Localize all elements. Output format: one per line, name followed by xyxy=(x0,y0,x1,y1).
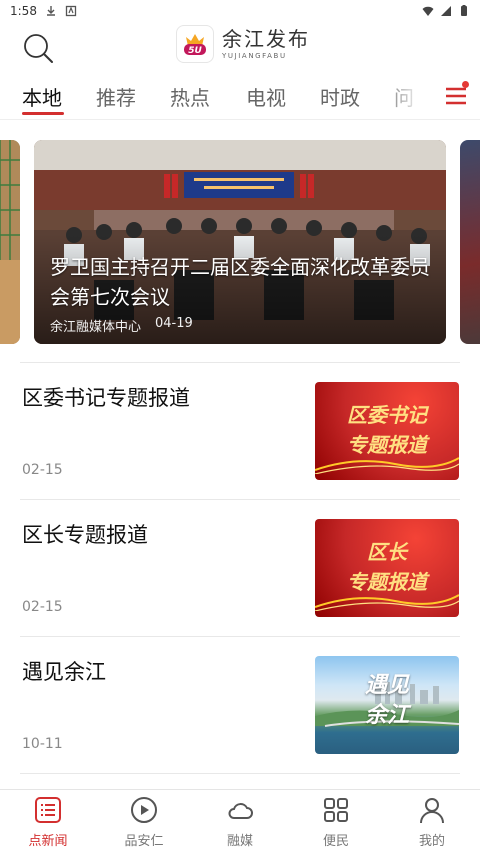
news-date: 02-15 xyxy=(22,599,63,615)
feed-divider xyxy=(20,499,460,500)
thumbnail-line: 区长 xyxy=(367,540,407,564)
grid-icon xyxy=(324,798,348,822)
thumbnail-line: 遇见 xyxy=(364,672,409,698)
app-logo: 5U xyxy=(176,25,214,63)
nav-label: 品安仁 xyxy=(124,834,164,849)
news-date: 10-11 xyxy=(22,736,63,752)
battery-icon xyxy=(461,5,467,16)
play-circle-icon xyxy=(131,797,157,823)
status-time: 1:58 xyxy=(10,4,37,18)
news-title: 遇见余江 xyxy=(22,660,106,684)
tab-hot[interactable]: 热点 xyxy=(170,82,210,111)
tab-local[interactable]: 本地 xyxy=(22,82,62,111)
bottom-nav: 点新闻 品安仁 融媒 便民 我的 xyxy=(0,789,480,853)
nav-services[interactable]: 便民 xyxy=(288,790,384,853)
nav-label: 点新闻 xyxy=(28,834,68,849)
news-date: 02-15 xyxy=(22,462,63,478)
notification-icon xyxy=(65,5,77,17)
nav-anren[interactable]: 品安仁 xyxy=(96,790,192,853)
wifi-icon xyxy=(422,6,434,16)
news-list-icon xyxy=(35,797,61,823)
news-title: 区委书记专题报道 xyxy=(22,386,190,410)
nav-label: 融媒 xyxy=(226,834,253,849)
hero-date: 04-19 xyxy=(155,316,193,331)
active-tab-indicator xyxy=(22,112,64,115)
search-icon xyxy=(24,34,53,63)
hero-title: 罗卫国主持召开二届区委全面深化改革委员会第七次会议 xyxy=(50,255,430,309)
svg-text:5U: 5U xyxy=(188,46,202,56)
menu-badge-dot xyxy=(462,81,469,88)
list-item[interactable]: 区委书记专题报道 02-15 区委书记 专题报道 xyxy=(0,382,480,494)
nav-news[interactable]: 点新闻 xyxy=(0,790,96,853)
tab-recommend[interactable]: 推荐 xyxy=(96,82,136,111)
news-thumbnail: 区长 专题报道 xyxy=(315,519,459,617)
status-bar: 1:58 xyxy=(0,0,480,22)
hero-source: 余江融媒体中心 xyxy=(50,320,142,335)
hero-meta: 余江融媒体中心 04-19 xyxy=(50,316,193,335)
search-button[interactable] xyxy=(20,30,56,66)
construction-photo xyxy=(0,140,20,344)
tab-tv[interactable]: 电视 xyxy=(246,82,286,111)
feed-divider xyxy=(20,362,460,363)
crown-logo-icon: 5U xyxy=(184,34,206,56)
app-title: 余江发布 xyxy=(222,26,310,51)
hero-news-card[interactable]: 罗卫国主持召开二届区委全面深化改革委员会第七次会议 余江融媒体中心 04-19 xyxy=(34,140,446,344)
news-thumbnail: 遇见 余江 xyxy=(315,656,459,754)
nav-profile[interactable]: 我的 xyxy=(384,790,480,853)
feed-divider xyxy=(20,636,460,637)
download-icon xyxy=(46,6,55,16)
news-thumbnail: 区委书记 专题报道 xyxy=(315,382,459,480)
list-item[interactable]: 遇见余江 10-11 遇见 余江 xyxy=(0,656,480,768)
person-icon xyxy=(420,798,444,824)
carousel-prev-card[interactable] xyxy=(0,140,20,344)
list-item[interactable]: 区长专题报道 02-15 区长 专题报道 xyxy=(0,519,480,631)
ribbon-decoration xyxy=(315,594,459,611)
hero-carousel[interactable]: 罗卫国主持召开二届区委全面深化改革委员会第七次会议 余江融媒体中心 04-19 xyxy=(0,138,480,346)
nav-label: 我的 xyxy=(418,834,445,849)
news-title: 区长专题报道 xyxy=(22,523,148,547)
carousel-next-card[interactable] xyxy=(460,140,480,344)
tabs-fade xyxy=(380,76,440,118)
app-subtitle: YUJIANGFABU xyxy=(222,51,287,60)
tab-politics[interactable]: 时政 xyxy=(320,82,360,111)
app-header: 5U 余江发布 YUJIANGFABU xyxy=(0,22,480,74)
cloud-icon xyxy=(228,803,253,819)
signal-icon xyxy=(441,6,451,16)
nav-media[interactable]: 融媒 xyxy=(192,790,288,853)
feed-divider xyxy=(20,773,460,774)
brand: 5U 余江发布 YUJIANGFABU xyxy=(176,25,310,63)
thumbnail-line: 区委书记 xyxy=(347,403,427,427)
thumbnail-line: 余江 xyxy=(364,702,409,728)
nav-label: 便民 xyxy=(322,834,349,849)
category-tabs: 本地 推荐 热点 电视 时政 问 xyxy=(0,76,480,120)
ribbon-decoration xyxy=(315,457,459,474)
